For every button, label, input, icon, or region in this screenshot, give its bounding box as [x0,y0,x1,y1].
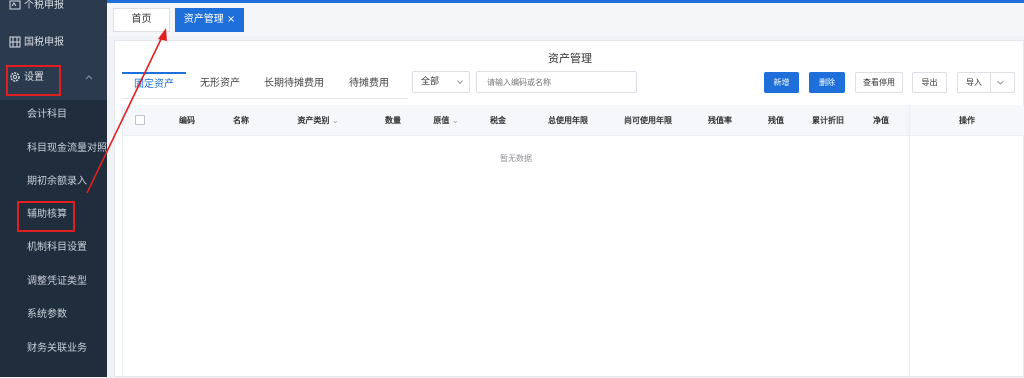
subtab-intangible-assets[interactable]: 无形资产 [190,72,250,98]
column-header[interactable]: 累计折旧 [803,105,853,136]
select-all-checkbox[interactable] [135,115,145,125]
column-header[interactable]: 总使用年限 [528,105,608,136]
subtab-prepaid-expenses[interactable]: 待摊费用 [337,72,401,98]
annotation-highlight-auxiliary [17,201,75,232]
button-divider [990,73,991,92]
add-button[interactable]: 新增 [764,72,799,93]
column-header[interactable]: 残值率 [693,105,747,136]
chevron-down-icon[interactable] [997,79,1004,86]
main-area: 首页 资产管理 × 资产管理 固定资产 无形资产 长期待摊费用 待摊费用 全部 … [107,3,1024,378]
chevron-down-icon [457,80,463,85]
column-header-sortable[interactable]: 原值 ⌄ [419,105,473,136]
sidebar-item-label: 国税申报 [24,37,64,48]
tab-bar: 首页 资产管理 × [107,3,1024,36]
column-header[interactable]: 净值 [853,105,909,136]
fixed-column-divider [909,105,910,378]
sidebar-item-label: 个税申报 [24,0,64,11]
sidebar-subitem-label: 调整凭证类型 [27,276,87,287]
category-filter-select[interactable]: 全部 [412,71,470,93]
table-header: 编码 名称 资产类别 ⌄ 数量 原值 ⌄ 税金 总使用年限 尚可使用年限 残值率… [123,105,1024,136]
empty-state-text: 暂无数据 [500,154,532,163]
tax-national-icon [9,36,21,48]
tab-home[interactable]: 首页 [113,8,170,32]
search-input[interactable] [476,71,637,93]
column-header-sortable[interactable]: 资产类别 ⌄ [273,105,363,136]
sort-caret-icon: ⌄ [449,116,459,125]
sidebar-subitem-label: 科目现金流量对照 [27,143,107,154]
import-label: 导入 [966,78,982,87]
asset-panel: 资产管理 固定资产 无形资产 长期待摊费用 待摊费用 全部 新增 删除 查看停用… [114,40,1024,378]
close-icon[interactable]: × [227,14,235,25]
tax-person-icon [9,0,21,10]
sidebar-subitem-accounts[interactable]: 会计科目 [27,103,107,127]
sort-caret-icon: ⌄ [329,116,339,125]
subtab-fixed-assets[interactable]: 固定资产 [122,72,186,98]
sidebar-subitem-mechanism-accounts[interactable]: 机制科目设置 [27,236,107,260]
export-button[interactable]: 导出 [912,72,947,93]
column-header[interactable]: 数量 [373,105,413,136]
tab-label: 首页 [131,14,152,25]
column-header[interactable]: 尚可使用年限 [608,105,688,136]
annotation-highlight-settings [6,65,61,96]
sidebar-subitem-voucher-types[interactable]: 调整凭证类型 [27,270,107,294]
select-value: 全部 [421,77,440,87]
column-header[interactable]: 残值 [751,105,801,136]
asset-table: 编码 名称 资产类别 ⌄ 数量 原值 ⌄ 税金 总使用年限 尚可使用年限 残值率… [122,105,1024,378]
sidebar-item-national-tax[interactable]: 国税申报 [9,31,107,55]
column-header[interactable]: 名称 [219,105,263,136]
chevron-up-icon[interactable] [85,73,93,81]
sidebar-subitem-finance-linked[interactable]: 财务关联业务 [27,337,107,361]
column-header-label: 原值 [433,116,450,125]
sidebar-subitem-label: 期初余额录入 [27,176,87,187]
sidebar-item-personal-tax[interactable]: 个税申报 [9,0,107,18]
tab-asset-management[interactable]: 资产管理 × [175,8,244,32]
sidebar-subitem-cashflow-mapping[interactable]: 科目现金流量对照 [27,137,107,161]
sidebar-subitem-system-params[interactable]: 系统参数 [27,303,107,327]
delete-button[interactable]: 删除 [809,72,845,93]
sidebar-subitem-label: 机制科目设置 [27,242,87,253]
tab-label: 资产管理 [183,14,224,25]
sidebar-subitem-opening-balance[interactable]: 期初余额录入 [27,170,107,194]
import-button[interactable]: 导入 [957,72,1015,93]
sidebar: 个税申报 国税申报 设置 会计科目 科目现金流量对照 期初余额录入 辅助核算 机… [0,0,107,377]
sidebar-subitem-label: 系统参数 [27,309,67,320]
view-disabled-button[interactable]: 查看停用 [855,72,903,93]
subtab-long-term-prepaid[interactable]: 长期待摊费用 [255,72,333,98]
sidebar-subitem-label: 财务关联业务 [27,343,87,354]
subtabs-border [122,98,408,99]
sidebar-subitem-label: 会计科目 [27,109,67,120]
column-header[interactable]: 税金 [473,105,523,136]
column-header-label: 资产类别 [297,116,330,125]
page-title: 资产管理 [548,52,592,65]
column-header[interactable]: 编码 [165,105,209,136]
column-header[interactable]: 操作 [910,105,1024,136]
